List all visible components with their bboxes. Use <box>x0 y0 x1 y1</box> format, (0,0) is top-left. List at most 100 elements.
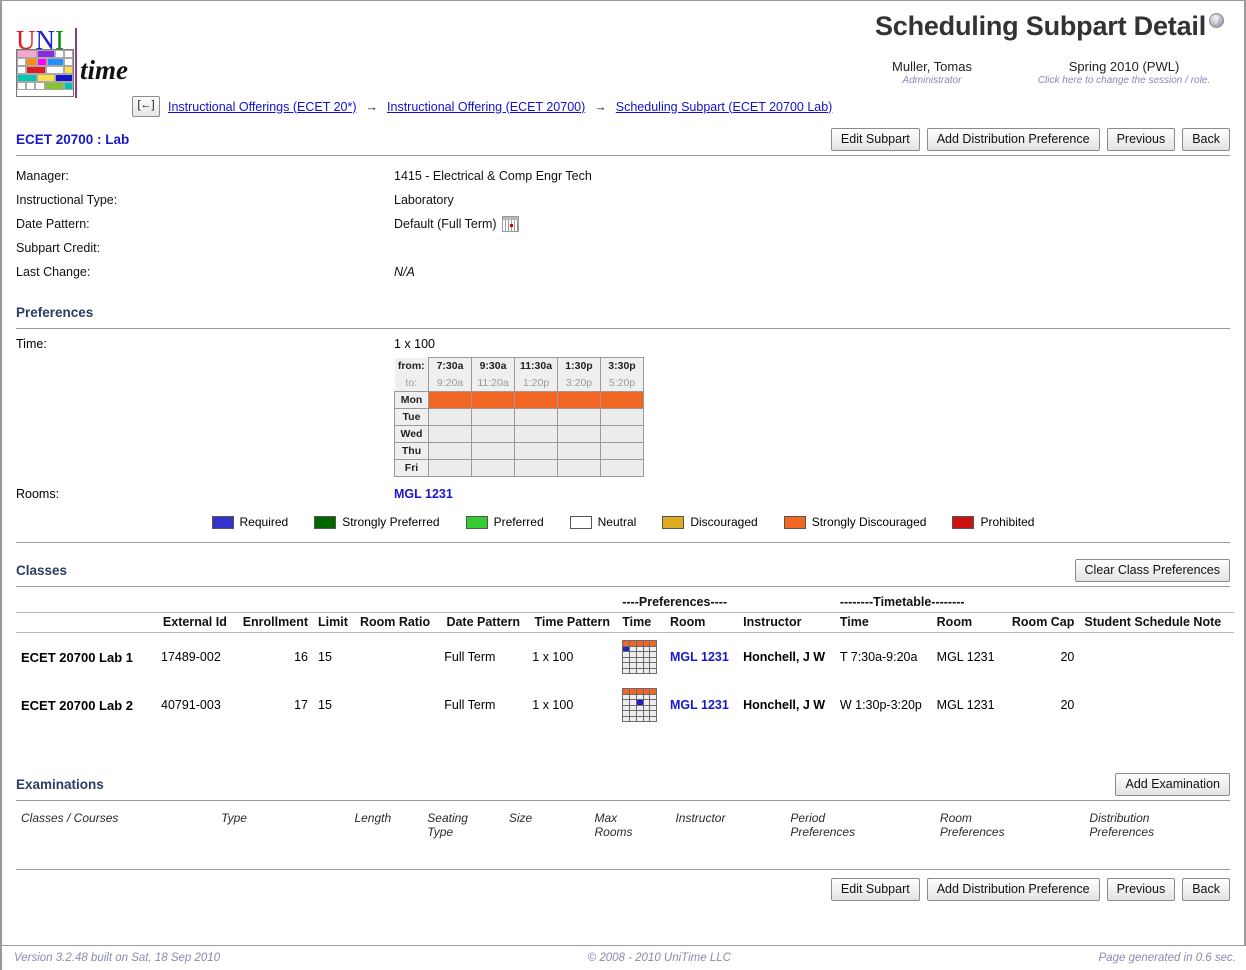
table-row[interactable]: ECET 20700 Lab 2 40791-003 17 15 Full Term 1 … <box>16 681 1234 729</box>
class-time-preference-cell[interactable] <box>630 652 636 657</box>
timegrid-cell[interactable] <box>557 459 601 477</box>
class-time-preference-cell[interactable] <box>643 663 650 668</box>
timegrid-cell[interactable] <box>557 442 601 460</box>
class-time-preference-cell[interactable] <box>643 700 650 705</box>
class-time-preference-cell[interactable] <box>650 716 657 721</box>
class-time-preference-cell[interactable] <box>623 705 630 710</box>
class-time-preference-cell[interactable] <box>650 668 657 673</box>
class-room-preference-link[interactable]: MGL 1231 <box>670 698 729 712</box>
class-time-preference-cell[interactable] <box>623 641 630 646</box>
back-button-bottom[interactable]: Back <box>1182 878 1230 901</box>
add-distribution-preference-button[interactable]: Add Distribution Preference <box>926 127 1100 151</box>
class-time-preference-cell[interactable] <box>636 705 643 710</box>
timegrid-cell[interactable] <box>514 459 558 477</box>
class-time-preference-cell[interactable] <box>630 700 636 705</box>
timegrid-cell[interactable] <box>557 408 601 426</box>
class-time-preference-cell[interactable] <box>623 711 630 716</box>
class-time-preference-cell[interactable] <box>643 694 650 699</box>
room-preference-link[interactable]: MGL 1231 <box>394 487 453 501</box>
class-time-preference-cell[interactable] <box>630 689 636 694</box>
timegrid-cell[interactable] <box>471 408 515 426</box>
timegrid-cell[interactable] <box>428 425 472 443</box>
edit-subpart-button[interactable]: Edit Subpart <box>830 127 920 151</box>
previous-button-bottom[interactable]: Previous <box>1106 878 1176 901</box>
class-time-preference-cell[interactable] <box>623 689 630 694</box>
timegrid-cell[interactable] <box>557 391 601 409</box>
class-time-preference-cell[interactable] <box>630 657 636 662</box>
class-time-preference-cell[interactable] <box>643 657 650 662</box>
class-time-preference-cell[interactable] <box>643 652 650 657</box>
class-time-preference-cell[interactable] <box>643 689 650 694</box>
timegrid-cell[interactable] <box>600 391 644 409</box>
class-time-preference-cell[interactable] <box>636 657 643 662</box>
class-time-preference-cell[interactable] <box>630 705 636 710</box>
timegrid-cell[interactable] <box>471 442 515 460</box>
class-time-preference-cell[interactable] <box>630 694 636 699</box>
clear-class-preferences-button[interactable]: Clear Class Preferences <box>1074 558 1230 582</box>
class-time-preference-cell[interactable] <box>636 689 643 694</box>
class-time-preference-grid[interactable] <box>622 688 658 722</box>
breadcrumb-link-subpart[interactable]: Scheduling Subpart (ECET 20700 Lab) <box>616 100 833 114</box>
class-time-preference-cell[interactable] <box>650 705 657 710</box>
class-time-preference-cell[interactable] <box>636 641 643 646</box>
timegrid-cell[interactable] <box>514 391 558 409</box>
timegrid-cell[interactable] <box>600 408 644 426</box>
timegrid-cell[interactable] <box>600 459 644 477</box>
add-distribution-preference-button-bottom[interactable]: Add Distribution Preference <box>926 878 1100 901</box>
timegrid-cell[interactable] <box>428 442 472 460</box>
class-time-preference-cell[interactable] <box>643 711 650 716</box>
class-time-preference-cell[interactable] <box>623 694 630 699</box>
class-time-preference-cell[interactable] <box>636 668 643 673</box>
back-button[interactable]: Back <box>1182 127 1230 151</box>
class-time-preference-cell[interactable] <box>643 641 650 646</box>
timegrid-cell[interactable] <box>557 425 601 443</box>
timegrid-cell[interactable] <box>471 459 515 477</box>
class-room-preference-link[interactable]: MGL 1231 <box>670 650 729 664</box>
class-time-preference-cell[interactable] <box>630 668 636 673</box>
class-time-preference-cell[interactable] <box>630 646 636 651</box>
class-time-preference-cell[interactable] <box>650 652 657 657</box>
class-time-preference-cell[interactable] <box>643 646 650 651</box>
class-time-preference-cell[interactable] <box>650 700 657 705</box>
class-time-preference-cell[interactable] <box>636 646 643 651</box>
time-preference-grid[interactable]: from: 7:30a 9:30a 11:30a 1:30p 3:30p to: 9:20a 1… <box>394 357 644 477</box>
user-info[interactable]: Muller, Tomas Administrator <box>842 59 1022 86</box>
timegrid-cell[interactable] <box>471 391 515 409</box>
class-time-preference-grid[interactable] <box>622 640 658 674</box>
class-time-preference-cell[interactable] <box>636 652 643 657</box>
class-time-preference-cell[interactable] <box>623 652 630 657</box>
class-time-preference-cell[interactable] <box>650 711 657 716</box>
class-time-preference-cell[interactable] <box>623 646 630 651</box>
class-time-preference-cell[interactable] <box>630 716 636 721</box>
class-time-preference-cell[interactable] <box>623 657 630 662</box>
timegrid-cell[interactable] <box>428 391 472 409</box>
back-arrow-button[interactable]: [←] <box>132 96 160 117</box>
previous-button[interactable]: Previous <box>1106 127 1176 151</box>
class-time-preference-cell[interactable] <box>650 657 657 662</box>
class-time-preference-cell[interactable] <box>643 705 650 710</box>
class-time-preference-cell[interactable] <box>643 668 650 673</box>
timegrid-cell[interactable] <box>514 425 558 443</box>
class-time-preference-cell[interactable] <box>636 694 643 699</box>
breadcrumb-link-offerings[interactable]: Instructional Offerings (ECET 20*) <box>168 100 357 114</box>
timegrid-cell[interactable] <box>471 425 515 443</box>
timegrid-cell[interactable] <box>428 459 472 477</box>
timegrid-cell[interactable] <box>514 442 558 460</box>
class-time-preference-cell[interactable] <box>623 700 630 705</box>
class-time-preference-cell[interactable] <box>636 716 643 721</box>
add-examination-button[interactable]: Add Examination <box>1115 772 1230 796</box>
class-time-preference-cell[interactable] <box>630 711 636 716</box>
class-time-preference-cell[interactable] <box>650 663 657 668</box>
class-time-preference-cell[interactable] <box>636 711 643 716</box>
class-time-preference-cell[interactable] <box>636 700 643 705</box>
class-time-preference-cell[interactable] <box>650 646 657 651</box>
timegrid-cell[interactable] <box>600 425 644 443</box>
class-time-preference-cell[interactable] <box>630 641 636 646</box>
class-time-preference-cell[interactable] <box>623 668 630 673</box>
class-time-preference-cell[interactable] <box>623 663 630 668</box>
timegrid-cell[interactable] <box>600 442 644 460</box>
class-time-preference-cell[interactable] <box>636 663 643 668</box>
breadcrumb-link-offering[interactable]: Instructional Offering (ECET 20700) <box>387 100 585 114</box>
class-time-preference-cell[interactable] <box>650 641 657 646</box>
help-icon[interactable]: ? <box>1209 13 1224 28</box>
